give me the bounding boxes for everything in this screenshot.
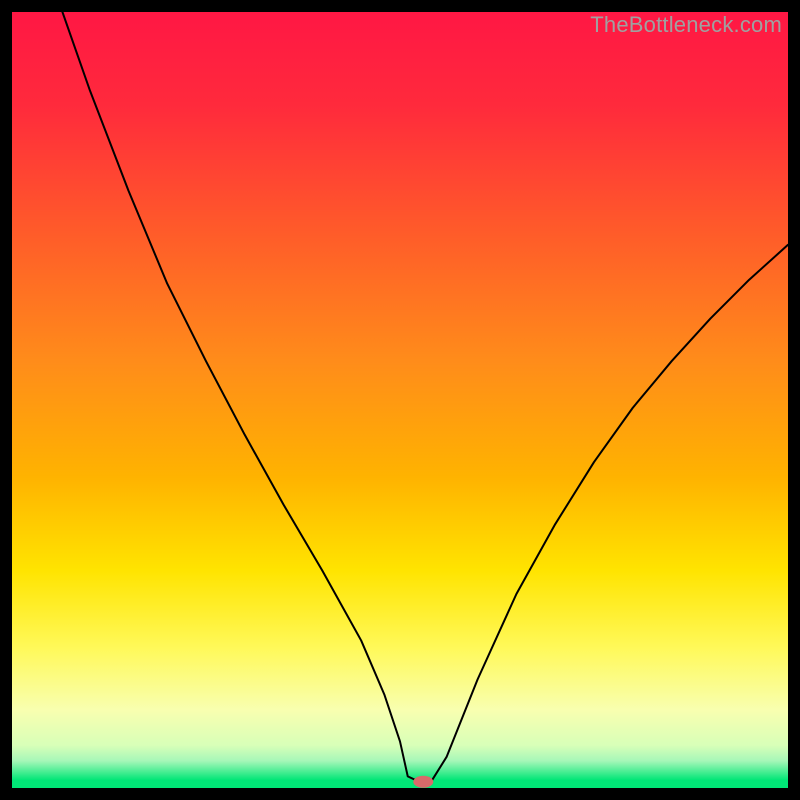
optimum-marker — [413, 776, 433, 788]
bottleneck-chart — [12, 12, 788, 788]
chart-background — [12, 12, 788, 788]
chart-frame: TheBottleneck.com — [12, 12, 788, 788]
watermark-label: TheBottleneck.com — [590, 12, 782, 38]
